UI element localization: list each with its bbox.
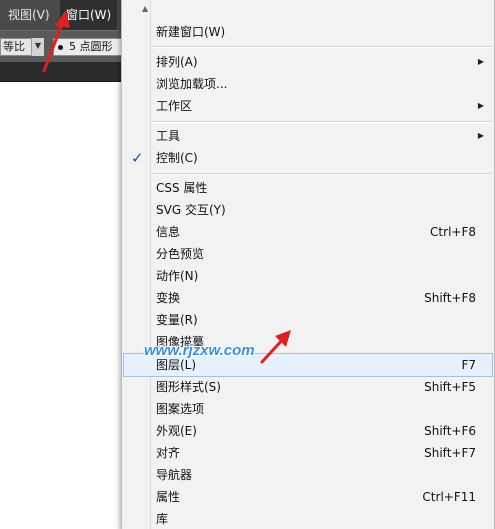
menu-item-libraries[interactable]: 库 xyxy=(124,508,492,529)
menu-item-label: 工作区 xyxy=(156,99,193,113)
menu-item-label: 属性 xyxy=(156,490,181,504)
menu-item-label: SVG 交互(Y) xyxy=(156,203,226,217)
menu-item-label: 新建窗口(W) xyxy=(156,25,226,39)
submenu-arrow-icon: ▶ xyxy=(477,101,484,110)
menu-item-css-properties[interactable]: CSS 属性 xyxy=(124,177,492,199)
menu-item-control[interactable]: ✓ 控制(C) xyxy=(124,147,492,169)
menu-item-shortcut: F7 xyxy=(461,358,476,372)
control-bar: 等比 ▼ 5 点圆形 xyxy=(0,30,125,62)
menu-separator xyxy=(152,173,492,175)
app-menubar: 视图(V) 窗口(W) xyxy=(0,0,125,30)
menu-item-align[interactable]: 对齐 Shift+F7 xyxy=(124,442,492,464)
checkmark-icon: ✓ xyxy=(131,149,144,167)
menu-window[interactable]: 窗口(W) xyxy=(60,0,118,30)
menu-item-label: 变量(R) xyxy=(156,313,198,327)
menu-item-svg-interactivity[interactable]: SVG 交互(Y) xyxy=(124,199,492,221)
submenu-arrow-icon: ▶ xyxy=(477,57,484,66)
menu-item-label: 分色预览 xyxy=(156,247,205,261)
menu-item-label: 对齐 xyxy=(156,446,181,460)
window-dropdown-menu: ▲ 新建窗口(W) 排列(A) ▶ 浏览加载项... 工作区 ▶ 工具 ▶ ✓ … xyxy=(121,0,495,529)
scroll-up-icon[interactable]: ▲ xyxy=(142,4,148,13)
menu-item-label: 库 xyxy=(156,512,169,526)
menu-separator xyxy=(152,121,492,123)
chevron-down-icon[interactable]: ▼ xyxy=(31,38,44,56)
menu-item-transform[interactable]: 变换 Shift+F8 xyxy=(124,287,492,309)
menu-item-shortcut: Ctrl+F8 xyxy=(430,225,476,239)
brush-definition-field[interactable]: 5 点圆形 xyxy=(53,38,125,56)
menu-item-browse-addons[interactable]: 浏览加载项... xyxy=(124,73,492,95)
submenu-arrow-icon: ▶ xyxy=(477,131,484,140)
menu-item-shortcut: Shift+F5 xyxy=(424,380,476,394)
artboard-canvas[interactable] xyxy=(0,83,125,529)
menu-item-pattern-options[interactable]: 图案选项 xyxy=(124,398,492,420)
menu-item-info[interactable]: 信息 Ctrl+F8 xyxy=(124,221,492,243)
menu-item-label: 排列(A) xyxy=(156,55,198,69)
menu-item-label: CSS 属性 xyxy=(156,181,208,195)
site-watermark: www.rjzxw.com xyxy=(144,342,255,359)
menu-item-separations-preview[interactable]: 分色预览 xyxy=(124,243,492,265)
menu-item-actions[interactable]: 动作(N) xyxy=(124,265,492,287)
brush-definition-value: 5 点圆形 xyxy=(69,40,113,53)
menu-item-label: 外观(E) xyxy=(156,424,197,438)
menu-item-shortcut: Ctrl+F11 xyxy=(422,490,476,504)
menu-item-label: 工具 xyxy=(156,129,181,143)
menu-item-label: 导航器 xyxy=(156,468,193,482)
menu-item-appearance[interactable]: 外观(E) Shift+F6 xyxy=(124,420,492,442)
menu-item-label: 图形样式(S) xyxy=(156,380,221,394)
menu-item-tools[interactable]: 工具 ▶ xyxy=(124,125,492,147)
menu-item-workspace[interactable]: 工作区 ▶ xyxy=(124,95,492,117)
menu-item-shortcut: Shift+F8 xyxy=(424,291,476,305)
menu-item-shortcut: Shift+F7 xyxy=(424,446,476,460)
menu-item-label: 浏览加载项... xyxy=(156,77,228,91)
menu-item-label: 变换 xyxy=(156,291,181,305)
menu-item-new-window[interactable]: 新建窗口(W) xyxy=(124,21,492,43)
menu-item-arrange[interactable]: 排列(A) ▶ xyxy=(124,51,492,73)
document-tabstrip xyxy=(0,62,125,82)
menu-item-navigator[interactable]: 导航器 xyxy=(124,464,492,486)
menu-separator xyxy=(152,46,492,48)
menu-item-shortcut: Shift+F6 xyxy=(424,424,476,438)
menu-view[interactable]: 视图(V) xyxy=(2,0,56,30)
menu-item-graphic-styles[interactable]: 图形样式(S) Shift+F5 xyxy=(124,376,492,398)
menu-item-label: 控制(C) xyxy=(156,151,198,165)
menu-item-label: 图案选项 xyxy=(156,402,205,416)
menu-item-variables[interactable]: 变量(R) xyxy=(124,309,492,331)
menu-item-label: 信息 xyxy=(156,225,181,239)
brush-dot-icon xyxy=(58,44,63,50)
menu-item-label: 动作(N) xyxy=(156,269,199,283)
menu-item-properties[interactable]: 属性 Ctrl+F11 xyxy=(124,486,492,508)
